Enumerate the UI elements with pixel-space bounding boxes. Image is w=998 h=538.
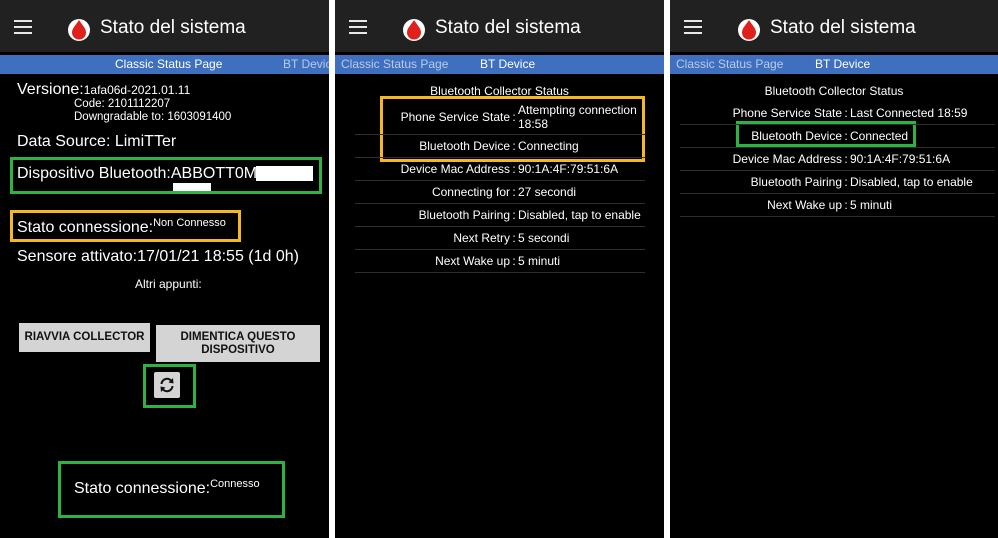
table-row: Device Mac Address : 90:1A:4F:79:51:6A <box>680 147 995 171</box>
row-value: 90:1A:4F:79:51:6A <box>518 157 645 181</box>
blood-drop-icon <box>68 19 90 41</box>
row-value: 5 minuti <box>850 193 995 217</box>
bt-status-table: Phone Service State : Last Connected 18:… <box>680 102 995 217</box>
row-label: Device Mac Address <box>355 157 510 181</box>
tab-classic-status[interactable]: Classic Status Page <box>341 57 448 71</box>
redaction-block <box>173 183 211 191</box>
downgradable-text: Downgradable to: 1603091400 <box>74 111 232 123</box>
row-value: 27 secondi <box>518 180 645 204</box>
row-value: 5 secondi <box>518 226 645 250</box>
connected-value: Connesso <box>210 478 260 490</box>
table-row: Next Wake up : 5 minuti <box>355 249 645 273</box>
connection-label: Stato connessione: <box>17 219 154 236</box>
connection-row: Stato connessione:Non Connesso <box>17 217 226 237</box>
bt-device-connected-screen: Stato del sistema Classic Status Page BT… <box>670 0 998 538</box>
bt-device-label: Dispositivo Bluetooth: <box>17 165 171 182</box>
bt-pairing-row[interactable]: Bluetooth Pairing : Disabled, tap to ena… <box>680 170 995 194</box>
version-row: Versione:1afa06d-2021.01.11 <box>17 81 190 99</box>
bt-status-table: Phone Service State : Attempting connect… <box>355 100 645 273</box>
row-label: Next Wake up <box>355 249 510 273</box>
blood-drop-icon <box>403 19 425 41</box>
tab-bt-device[interactable]: BT Device <box>283 57 329 71</box>
tab-classic-status[interactable]: Classic Status Page <box>676 57 783 71</box>
table-row: Bluetooth Device : Connected <box>680 124 995 148</box>
connected-label: Stato connessione: <box>74 480 211 497</box>
table-row: Next Retry : 5 secondi <box>355 226 645 250</box>
forget-device-label: DIMENTICA QUESTO DISPOSITIVO <box>180 331 296 356</box>
tab-bar: Classic Status Page BT Device <box>670 55 998 74</box>
app-bar: Stato del sistema <box>670 0 998 52</box>
row-value: Attempting connection 18:58 <box>518 100 645 135</box>
other-notes-label: Altri appunti: <box>135 277 202 291</box>
refresh-button[interactable] <box>154 372 180 398</box>
row-label: Phone Service State <box>355 100 510 135</box>
row-value: Connected <box>850 124 995 148</box>
tab-classic-status[interactable]: Classic Status Page <box>115 57 222 71</box>
connection-value: Non Connesso <box>153 217 226 229</box>
tab-bt-device[interactable]: BT Device <box>815 57 870 71</box>
redaction-block <box>256 166 313 181</box>
table-row: Connecting for : 27 secondi <box>355 180 645 204</box>
tab-bar: Classic Status Page BT Device <box>0 55 329 74</box>
bt-device-value: ABBOTT0M <box>170 165 258 182</box>
code-text: Code: 2101112207 <box>74 98 171 110</box>
row-label: Device Mac Address <box>680 147 842 171</box>
row-label: Bluetooth Device <box>355 134 510 158</box>
classic-status-screen: Stato del sistema Classic Status Page BT… <box>0 0 329 538</box>
row-value: Last Connected 18:59 <box>850 102 995 125</box>
tab-bt-device[interactable]: BT Device <box>480 57 535 71</box>
hamburger-menu-icon[interactable] <box>349 20 367 38</box>
row-value: Connecting <box>518 134 645 158</box>
row-label: Bluetooth Pairing <box>355 203 510 227</box>
collector-status-header: Bluetooth Collector Status <box>764 84 904 98</box>
blood-drop-icon <box>738 19 760 41</box>
version-label: Versione: <box>17 81 84 98</box>
table-row: Bluetooth Device : Connecting <box>355 134 645 158</box>
row-value: Disabled, tap to enable <box>518 203 645 227</box>
app-title: Stato del sistema <box>100 17 246 38</box>
row-label: Bluetooth Device <box>680 124 842 148</box>
restart-collector-label: RIAVVIA COLLECTOR <box>24 331 145 343</box>
hamburger-menu-icon[interactable] <box>684 20 702 38</box>
hamburger-menu-icon[interactable] <box>14 20 32 38</box>
table-row: Device Mac Address : 90:1A:4F:79:51:6A <box>355 157 645 181</box>
connected-row: Stato connessione:Connesso <box>74 478 260 498</box>
app-bar: Stato del sistema <box>335 0 664 52</box>
bt-device-attempting-screen: Stato del sistema Classic Status Page BT… <box>335 0 664 538</box>
data-source-text: Data Source: LimiTTer <box>17 133 177 150</box>
version-value: 1afa06d-2021.01.11 <box>83 83 191 97</box>
row-label: Phone Service State <box>680 102 842 125</box>
sensor-activated-text: Sensore attivato:17/01/21 18:55 (1d 0h) <box>17 248 299 265</box>
row-value: 90:1A:4F:79:51:6A <box>850 147 995 171</box>
bt-pairing-row[interactable]: Bluetooth Pairing : Disabled, tap to ena… <box>355 203 645 227</box>
table-row: Next Wake up : 5 minuti <box>680 193 995 217</box>
table-row: Phone Service State : Attempting connect… <box>355 100 645 135</box>
table-row: Phone Service State : Last Connected 18:… <box>680 102 995 125</box>
app-bar: Stato del sistema <box>0 0 329 52</box>
row-value: Disabled, tap to enable <box>850 170 995 194</box>
row-label: Connecting for <box>355 180 510 204</box>
row-label: Next Wake up <box>680 193 842 217</box>
app-title: Stato del sistema <box>435 17 581 38</box>
app-title: Stato del sistema <box>770 17 916 38</box>
refresh-icon <box>160 377 174 393</box>
tab-bar: Classic Status Page BT Device <box>335 55 664 74</box>
restart-collector-button[interactable]: RIAVVIA COLLECTOR <box>19 323 150 352</box>
forget-device-button[interactable]: DIMENTICA QUESTO DISPOSITIVO <box>156 325 320 362</box>
row-label: Next Retry <box>355 226 510 250</box>
row-value: 5 minuti <box>518 249 645 273</box>
row-label: Bluetooth Pairing <box>680 170 842 194</box>
bt-device-row: Dispositivo Bluetooth:ABBOTT0M <box>17 165 257 183</box>
